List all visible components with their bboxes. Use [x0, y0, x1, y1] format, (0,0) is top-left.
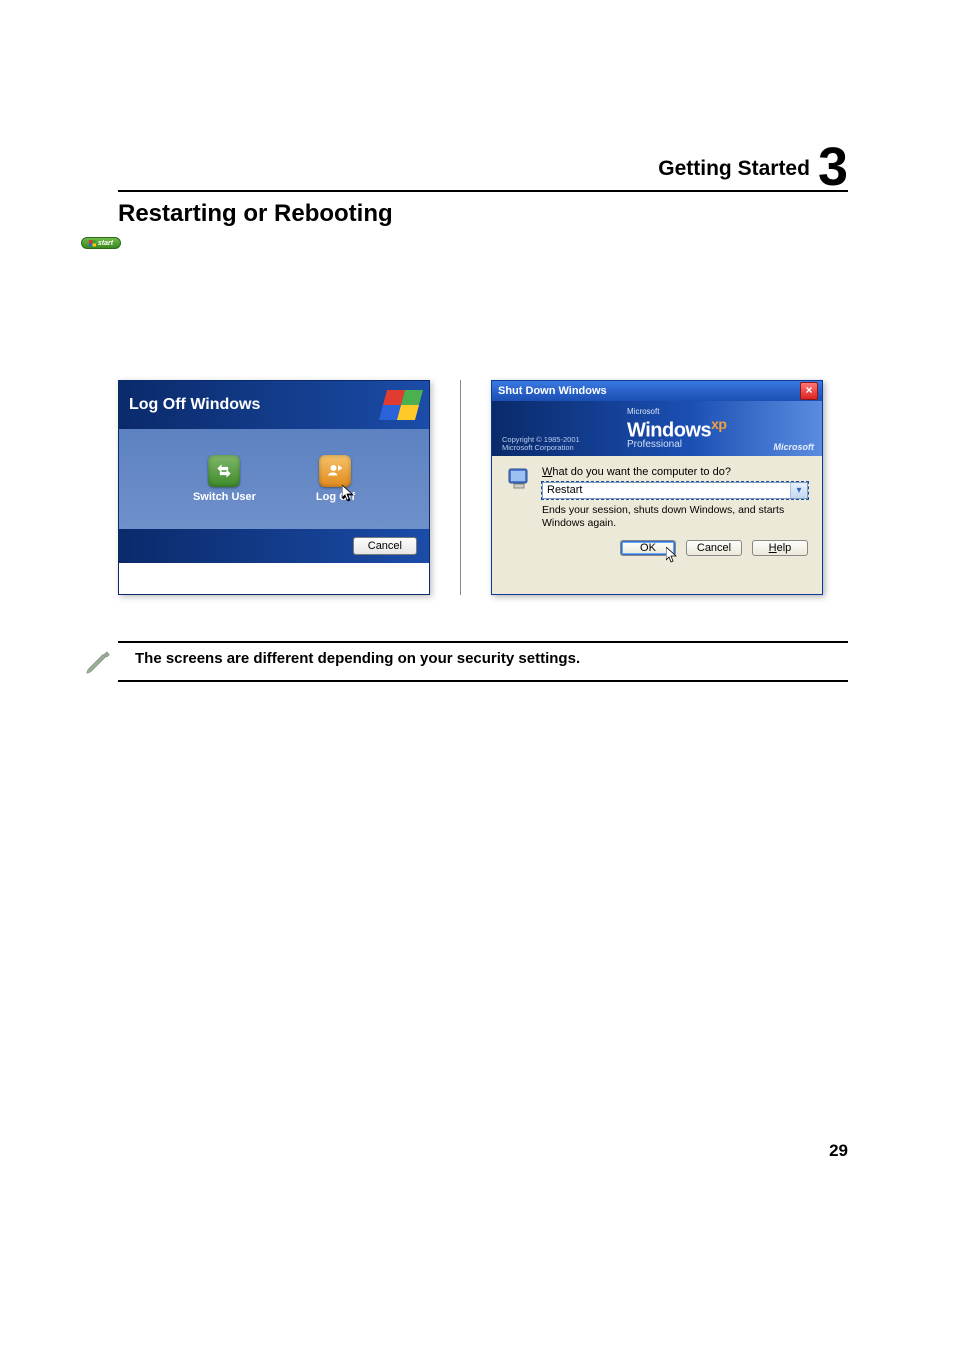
- section-heading: Restarting or Rebooting: [118, 200, 393, 228]
- switch-user-option[interactable]: Switch User: [193, 455, 256, 503]
- log-off-icon: [319, 455, 351, 487]
- shut-down-question: What do you want the computer to do?: [542, 466, 808, 478]
- shut-down-content: What do you want the computer to do? Res…: [542, 466, 808, 530]
- question-text: hat do you want the computer to do?: [552, 466, 731, 478]
- log-off-footer: Cancel: [119, 529, 429, 563]
- note-rule-bottom: [118, 680, 848, 682]
- chevron-down-icon: ▾: [790, 483, 807, 498]
- log-off-body: Switch User Log Off: [119, 429, 429, 529]
- log-off-dialog: Log Off Windows Switch User Log Off: [118, 380, 430, 595]
- log-off-header: Log Off Windows: [119, 381, 429, 429]
- screenshot-row: Log Off Windows Switch User Log Off: [118, 380, 823, 595]
- shut-down-titlebar: Shut Down Windows ×: [492, 381, 822, 401]
- cancel-button[interactable]: Cancel: [686, 540, 742, 556]
- action-description: Ends your session, shuts down Windows, a…: [542, 504, 808, 530]
- banner-text: Microsoft Windowsxp Professional: [627, 407, 726, 450]
- action-select-value: Restart: [543, 483, 790, 498]
- copyright-line-2: Microsoft Corporation: [502, 444, 580, 452]
- note-text: The screens are different depending on y…: [135, 650, 580, 667]
- question-mnemonic: W: [542, 466, 552, 478]
- banner-brand: Microsoft: [774, 442, 815, 452]
- shut-down-buttons: OK Cancel Help: [492, 534, 822, 568]
- pencil-icon: [83, 647, 113, 682]
- shut-down-body: What do you want the computer to do? Res…: [492, 456, 822, 534]
- banner-copyright: Copyright © 1985-2001 Microsoft Corporat…: [502, 436, 580, 453]
- chapter-title: Getting Started: [658, 157, 810, 181]
- log-off-option[interactable]: Log Off: [316, 455, 355, 503]
- chapter-number: 3: [818, 140, 848, 194]
- windows-flag-icon: [89, 240, 96, 247]
- shut-down-dialog: Shut Down Windows × Microsoft Windowsxp …: [491, 380, 823, 595]
- note-rule-top: [118, 641, 848, 643]
- help-button[interactable]: Help: [752, 540, 808, 556]
- banner-microsoft: Microsoft: [627, 407, 726, 416]
- document-page: Getting Started 3 Restarting or Rebootin…: [0, 0, 954, 1351]
- windows-flag-icon: [379, 390, 423, 420]
- shut-down-title: Shut Down Windows: [498, 385, 607, 397]
- cancel-button[interactable]: Cancel: [353, 537, 417, 555]
- help-mnemonic: H: [769, 542, 777, 554]
- shutdown-computer-icon: [506, 466, 532, 492]
- action-select[interactable]: Restart ▾: [542, 482, 808, 499]
- switch-user-label: Switch User: [193, 491, 256, 503]
- log-off-title: Log Off Windows: [129, 396, 260, 414]
- vertical-divider: [460, 380, 461, 595]
- running-header: Getting Started 3: [658, 130, 848, 184]
- shut-down-banner: Microsoft Windowsxp Professional Copyrig…: [492, 401, 822, 456]
- cursor-icon: [342, 485, 354, 504]
- close-button[interactable]: ×: [800, 382, 818, 400]
- help-rest: elp: [777, 542, 792, 554]
- header-rule: [118, 190, 848, 192]
- page-number: 29: [829, 1141, 848, 1161]
- start-button-label: start: [98, 240, 113, 247]
- start-button[interactable]: start: [81, 237, 121, 249]
- cursor-icon: [666, 547, 678, 566]
- banner-xp: xp: [711, 416, 726, 432]
- switch-user-icon: [208, 455, 240, 487]
